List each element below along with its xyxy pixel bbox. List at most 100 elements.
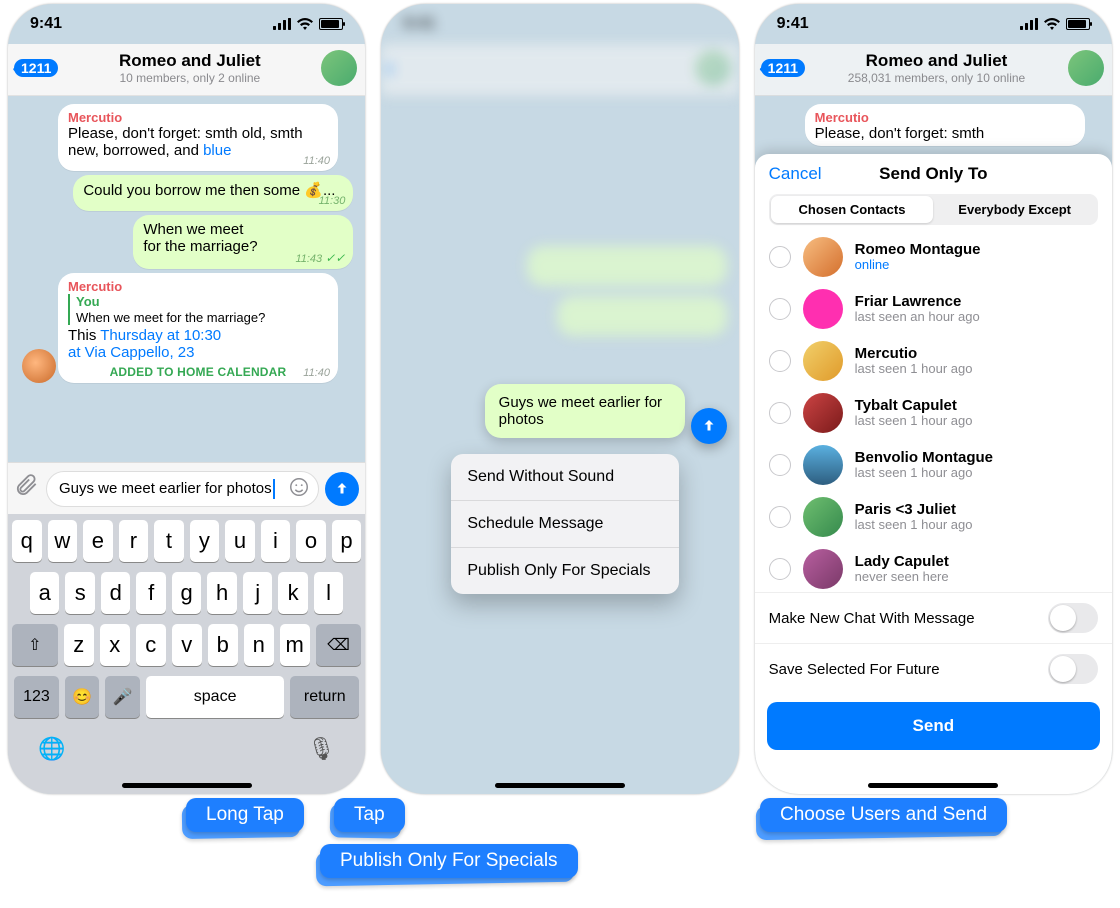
key-o[interactable]: o: [296, 520, 326, 562]
numbers-key[interactable]: 123: [14, 676, 59, 718]
key-z[interactable]: z: [64, 624, 94, 666]
home-indicator[interactable]: [868, 783, 998, 788]
radio[interactable]: [769, 506, 791, 528]
cancel-button[interactable]: Cancel: [769, 164, 822, 184]
send-button[interactable]: [325, 472, 359, 506]
contact-row[interactable]: Friar Lawrencelast seen an hour ago: [755, 283, 1112, 335]
key-g[interactable]: g: [172, 572, 201, 614]
emoji-key[interactable]: 😊: [65, 676, 100, 718]
mic-key[interactable]: 🎤: [105, 676, 140, 718]
message-link[interactable]: Thursday at 10:30: [100, 327, 221, 344]
group-avatar[interactable]: [321, 50, 357, 86]
contact-row[interactable]: Lady Capuletnever seen here: [755, 543, 1112, 592]
key-n[interactable]: n: [244, 624, 274, 666]
message-link[interactable]: blue: [203, 142, 231, 159]
globe-icon[interactable]: 🌐: [38, 736, 65, 762]
key-s[interactable]: s: [65, 572, 94, 614]
message-time: 11:30: [319, 195, 346, 207]
chat-title[interactable]: Romeo and Juliet: [805, 51, 1068, 71]
back-button[interactable]: ‹ 1211: [12, 59, 58, 77]
chat-title[interactable]: Romeo and Juliet: [58, 51, 321, 71]
reply-preview[interactable]: You When we meet for the marriage?: [68, 294, 328, 325]
contact-name: Friar Lawrence: [855, 293, 980, 310]
segment-chosen-contacts[interactable]: Chosen Contacts: [771, 196, 934, 223]
key-h[interactable]: h: [207, 572, 236, 614]
back-button[interactable]: ‹ 1211: [759, 59, 805, 77]
radio[interactable]: [769, 298, 791, 320]
contact-row[interactable]: Paris <3 Julietlast seen 1 hour ago: [755, 491, 1112, 543]
radio[interactable]: [769, 402, 791, 424]
emoji-icon[interactable]: [288, 476, 310, 502]
attach-icon[interactable]: [14, 473, 40, 504]
recipient-mode-segment[interactable]: Chosen Contacts Everybody Except: [769, 194, 1098, 225]
contacts-list[interactable]: Romeo MontagueonlineFriar Lawrencelast s…: [755, 231, 1112, 592]
calendar-added-label[interactable]: ADDED TO HOME CALENDAR: [68, 365, 328, 379]
preview-text: Guys we meet earlier for photos: [499, 394, 662, 428]
radio[interactable]: [769, 454, 791, 476]
menu-schedule-message[interactable]: Schedule Message: [451, 501, 678, 548]
radio[interactable]: [769, 558, 791, 580]
key-e[interactable]: e: [83, 520, 113, 562]
return-key[interactable]: return: [290, 676, 359, 718]
key-y[interactable]: y: [190, 520, 220, 562]
contact-name: Benvolio Montague: [855, 449, 993, 466]
toggle[interactable]: [1048, 603, 1098, 633]
option-make-new-chat[interactable]: Make New Chat With Message: [755, 592, 1112, 643]
send-button[interactable]: [691, 408, 727, 444]
key-d[interactable]: d: [101, 572, 130, 614]
key-w[interactable]: w: [48, 520, 78, 562]
home-indicator[interactable]: [122, 783, 252, 788]
message-in[interactable]: Mercutio Please, don't forget: smth old,…: [58, 104, 338, 171]
sender-avatar[interactable]: [22, 349, 56, 383]
read-checks-icon: ✓✓: [325, 251, 345, 265]
shift-key[interactable]: ⇧: [12, 624, 58, 666]
contact-row[interactable]: Tybalt Capuletlast seen 1 hour ago: [755, 387, 1112, 439]
key-b[interactable]: b: [208, 624, 238, 666]
contact-avatar: [803, 237, 843, 277]
menu-send-without-sound[interactable]: Send Without Sound: [451, 454, 678, 501]
key-k[interactable]: k: [278, 572, 307, 614]
message-input[interactable]: Guys we meet earlier for photos: [46, 471, 319, 507]
key-c[interactable]: c: [136, 624, 166, 666]
key-j[interactable]: j: [243, 572, 272, 614]
message-out[interactable]: When we meet for the marriage? 11:43 ✓✓: [133, 215, 353, 269]
key-p[interactable]: p: [332, 520, 362, 562]
unread-badge: 1211: [14, 59, 58, 77]
message-out[interactable]: Could you borrow me then some 💰... 11:30: [73, 175, 353, 211]
key-q[interactable]: q: [12, 520, 42, 562]
key-m[interactable]: m: [280, 624, 310, 666]
send-context-menu: Send Without Sound Schedule Message Publ…: [451, 454, 678, 594]
key-f[interactable]: f: [136, 572, 165, 614]
key-i[interactable]: i: [261, 520, 291, 562]
contact-row[interactable]: Benvolio Montaguelast seen 1 hour ago: [755, 439, 1112, 491]
segment-everybody-except[interactable]: Everybody Except: [933, 196, 1096, 223]
contact-status: last seen 1 hour ago: [855, 362, 973, 377]
messages-list[interactable]: Mercutio Please, don't forget: smth old,…: [8, 96, 365, 462]
key-t[interactable]: t: [154, 520, 184, 562]
space-key[interactable]: space: [146, 676, 284, 718]
key-l[interactable]: l: [314, 572, 343, 614]
message-text: When we meet: [143, 221, 243, 238]
message-time: 11:43 ✓✓: [295, 251, 345, 265]
toggle[interactable]: [1048, 654, 1098, 684]
group-avatar[interactable]: [1068, 50, 1104, 86]
contact-row[interactable]: Mercutiolast seen 1 hour ago: [755, 335, 1112, 387]
home-indicator[interactable]: [495, 783, 625, 788]
contact-status: last seen 1 hour ago: [855, 466, 993, 481]
message-link[interactable]: at Via Cappello, 23: [68, 344, 194, 361]
send-button[interactable]: Send: [767, 702, 1100, 750]
dictate-icon[interactable]: 🎙: [307, 736, 335, 762]
key-u[interactable]: u: [225, 520, 255, 562]
key-x[interactable]: x: [100, 624, 130, 666]
key-v[interactable]: v: [172, 624, 202, 666]
option-save-selected[interactable]: Save Selected For Future: [755, 643, 1112, 694]
radio[interactable]: [769, 246, 791, 268]
contact-row[interactable]: Romeo Montagueonline: [755, 231, 1112, 283]
keyboard[interactable]: qwertyuiop asdfghjkl ⇧ zxcvbnm ⌫ 123 😊 🎤…: [8, 514, 365, 794]
key-r[interactable]: r: [119, 520, 149, 562]
key-a[interactable]: a: [30, 572, 59, 614]
message-in[interactable]: Mercutio You When we meet for the marria…: [58, 273, 338, 383]
delete-key[interactable]: ⌫: [316, 624, 362, 666]
menu-publish-specials[interactable]: Publish Only For Specials: [451, 548, 678, 594]
radio[interactable]: [769, 350, 791, 372]
